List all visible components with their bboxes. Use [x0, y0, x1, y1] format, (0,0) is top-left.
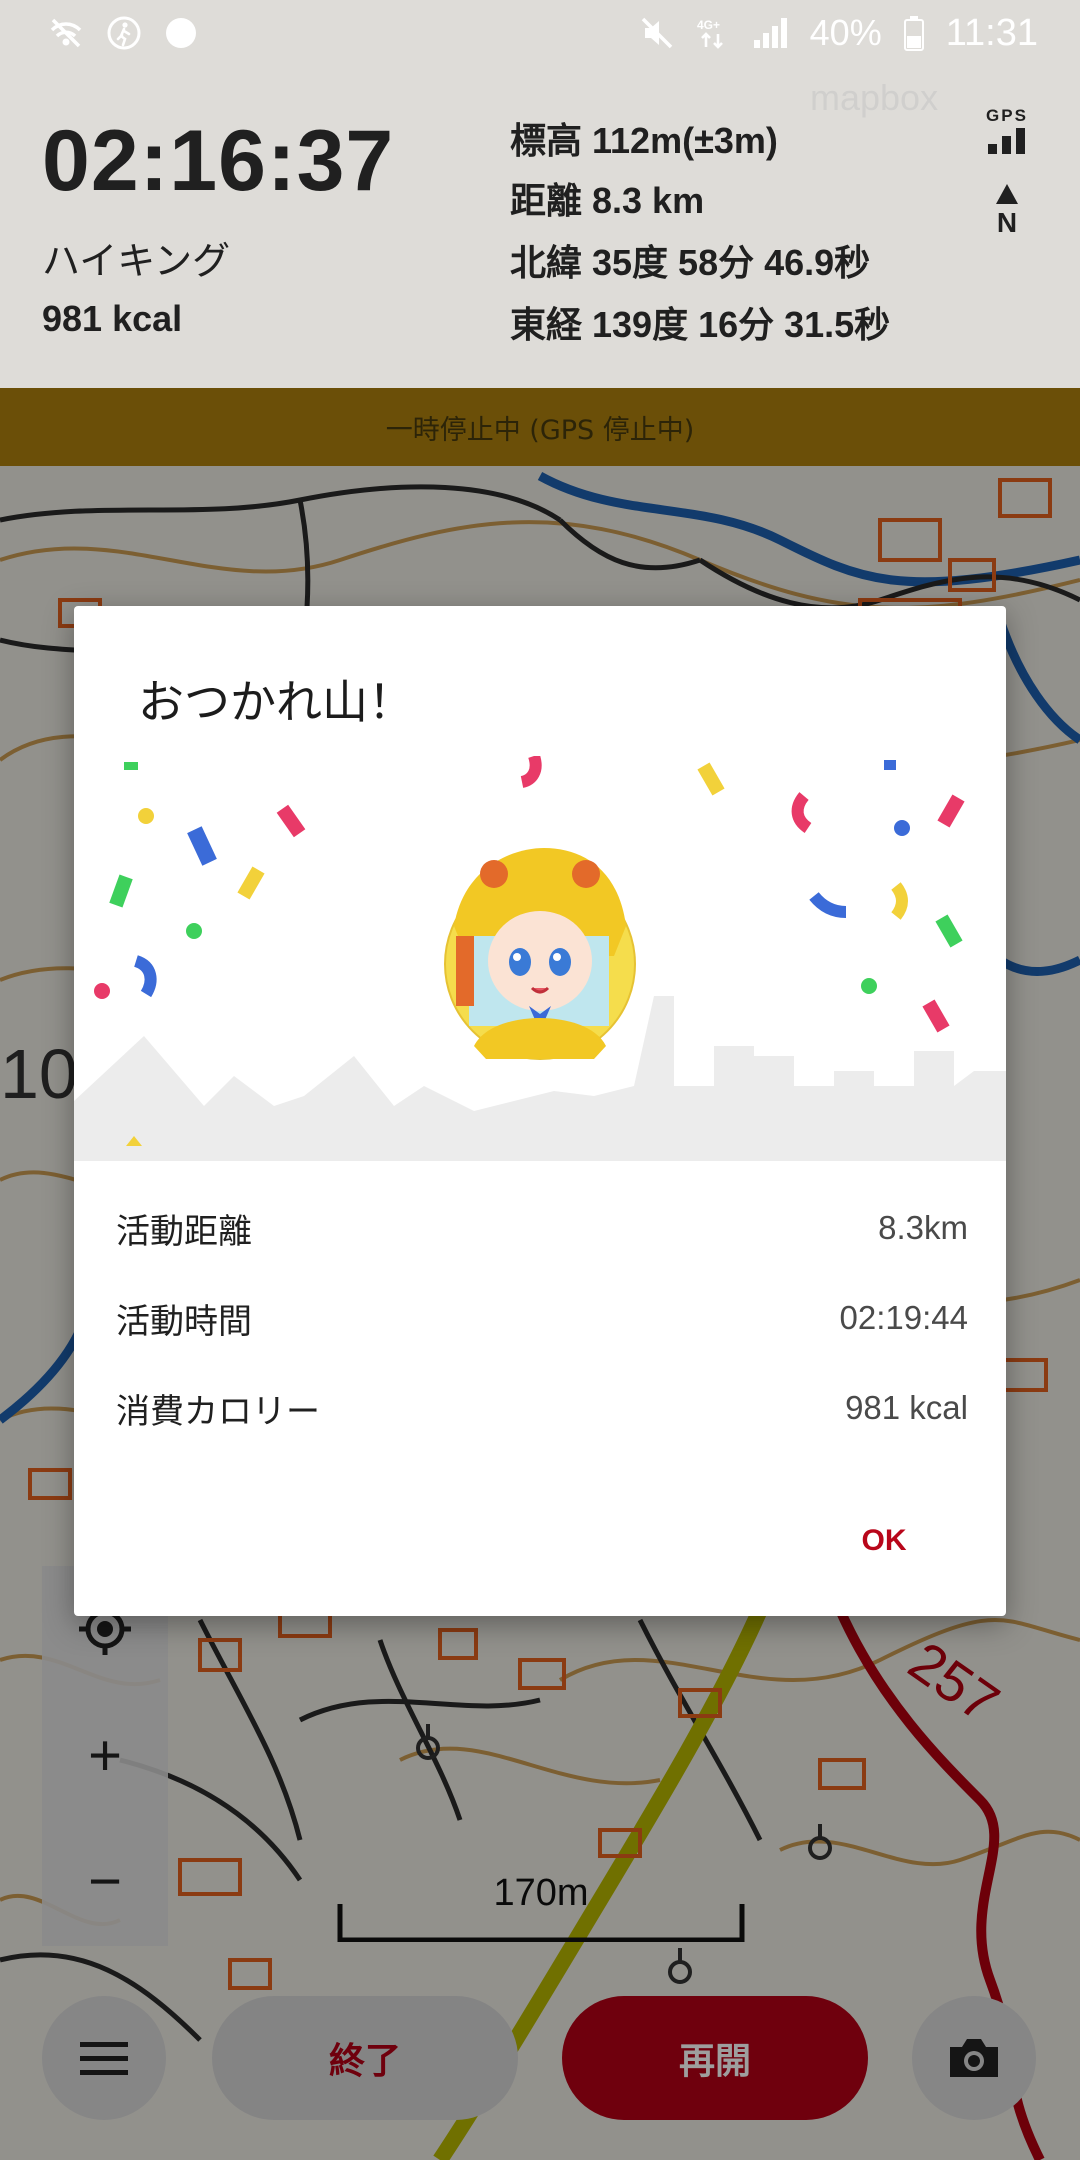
elapsed-time: 02:16:37 [42, 113, 395, 209]
mute-icon [640, 16, 674, 50]
completion-dialog: おつかれ山！ 活動距離 8.3km 活動時間 02:19:44 消費カロリー 9… [74, 606, 1006, 1616]
gps-label: GPS [986, 106, 1028, 125]
wifi-off-icon [48, 16, 84, 50]
gps-indicator: GPS [982, 106, 1032, 160]
longitude: 東経 139度 16分 31.5秒 [510, 304, 891, 345]
result-value: 8.3km [878, 1209, 968, 1246]
result-row-distance: 活動距離 8.3km [116, 1198, 968, 1258]
result-row-time: 活動時間 02:19:44 [116, 1288, 968, 1348]
compass-label: N [996, 207, 1018, 238]
paused-banner: 一時停止中 (GPS 停止中) [0, 388, 1080, 466]
dialog-title: おつかれ山！ [138, 675, 414, 729]
compass[interactable]: N [986, 182, 1028, 238]
elevation: 標高 112m(±3m) [510, 120, 778, 161]
result-label: 消費カロリー [116, 1391, 320, 1432]
clock: 11:31 [945, 11, 1038, 54]
result-row-calories: 消費カロリー 981 kcal [116, 1378, 968, 1438]
activity-type: ハイキング [42, 239, 231, 283]
svg-text:4G+: 4G+ [697, 18, 720, 32]
ok-button[interactable]: OK [834, 1506, 934, 1576]
calories: 981 kcal [42, 298, 183, 339]
result-label: 活動時間 [116, 1301, 252, 1342]
network-icon: 4G+ [696, 16, 730, 50]
distance: 距離 8.3 km [510, 180, 705, 221]
battery-percent: 40% [809, 12, 882, 53]
result-value: 02:19:44 [839, 1299, 968, 1336]
signal-icon [752, 16, 788, 50]
gps-signal-icon [988, 128, 1025, 154]
north-arrow-icon [996, 184, 1018, 204]
result-value: 981 kcal [845, 1389, 968, 1426]
battery-icon [903, 15, 924, 51]
celebration-illustration [74, 756, 1006, 1161]
status-bar: 4G+ 40% 11:31 [0, 0, 1080, 66]
result-label: 活動距離 [116, 1211, 252, 1252]
walking-icon [106, 15, 142, 51]
dot-icon [164, 16, 198, 50]
latitude: 北緯 35度 58分 46.9秒 [510, 242, 871, 283]
